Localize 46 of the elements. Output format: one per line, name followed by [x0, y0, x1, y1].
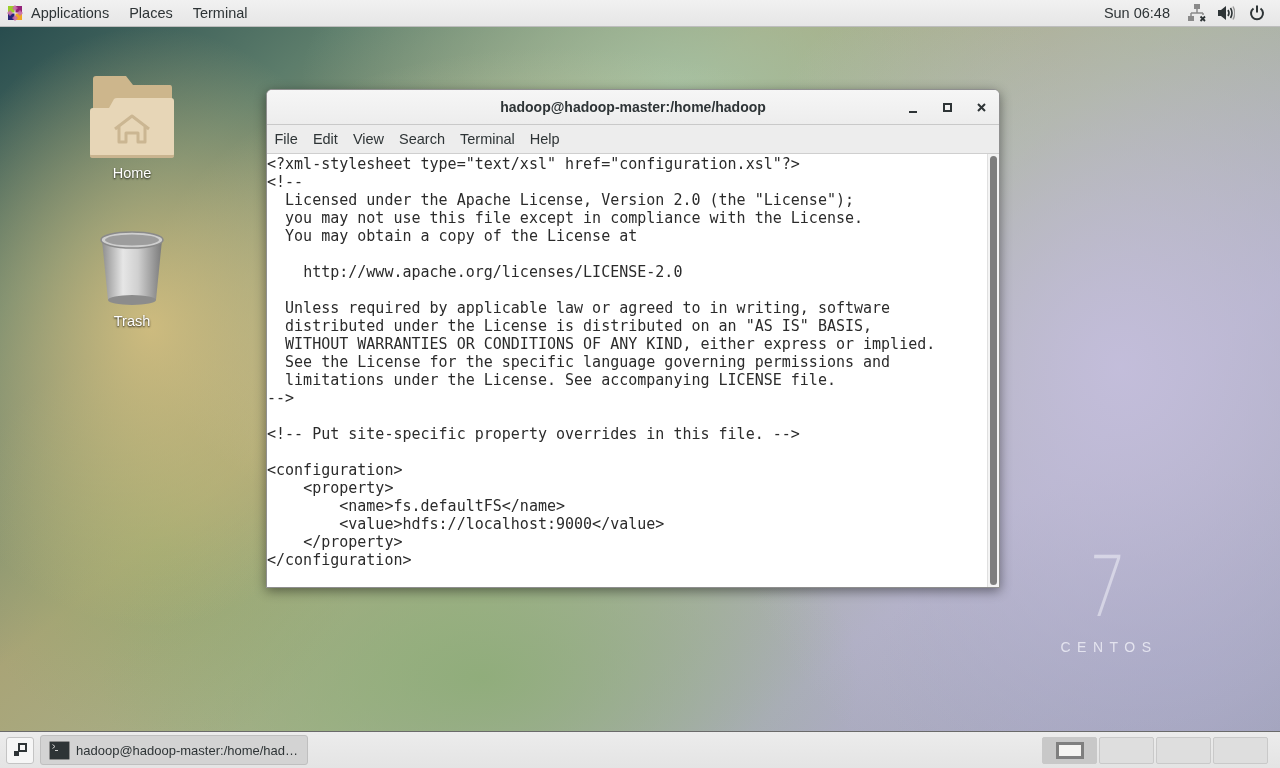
terminal-line: </property> — [303, 533, 403, 551]
network-icon[interactable] — [1188, 4, 1206, 22]
terminal-line: <!-- Put site-specific property overrides in this file. --> — [267, 425, 800, 443]
squares-icon — [13, 743, 27, 757]
terminal-line: limitations under the License. See accompanying LICENSE file. — [285, 371, 836, 389]
window-thumbnail-icon — [1055, 741, 1084, 759]
menu-item[interactable]: File — [267, 125, 306, 153]
terminal-line: Licensed under the Apache License, Version 2.0 (the "License"); — [285, 191, 854, 209]
terminal-line: <!-- — [267, 173, 304, 191]
terminal-line: http://www.apache.org/licenses/LICENSE-2.0 — [303, 263, 683, 281]
terminal-line: <value>hdfs://localhost:9000</value> — [339, 515, 665, 533]
close-icon — [976, 102, 986, 112]
terminal-icon — [49, 740, 70, 760]
terminal-line: WITHOUT WARRANTIES OR CONDITIONS OF ANY KIND, either express or implied. — [285, 335, 936, 353]
top-bar-menu[interactable]: Places — [119, 0, 183, 26]
workspace-button[interactable] — [1042, 736, 1097, 764]
show-desktop-button[interactable] — [6, 736, 34, 764]
menu-item[interactable]: Search — [391, 125, 453, 153]
terminal-line: <configuration> — [267, 461, 403, 479]
window-title: hadoop@hadoop-master:/home/hadoop — [500, 99, 766, 115]
terminal-line: <name>fs.defaultFS</name> — [339, 497, 566, 515]
terminal-line: </configuration> — [267, 551, 412, 569]
menu-item[interactable]: Terminal — [452, 125, 523, 153]
terminal-line: <property> — [303, 479, 394, 497]
menu-item[interactable]: Edit — [305, 125, 346, 153]
clock[interactable]: Sun 06:48 — [1093, 0, 1188, 26]
top-bar-menu[interactable]: Terminal — [182, 0, 258, 26]
terminal-line: --> — [267, 389, 295, 407]
terminal-line: you may not use this file except in compliance with the License. — [285, 209, 864, 227]
terminal-line: Unless required by applicable law or agreed to in writing, software — [285, 299, 891, 317]
folder-icon[interactable] — [90, 76, 174, 158]
terminal-line: <?xml-stylesheet type="text/xsl" href="configuration.xsl"?> — [267, 155, 800, 173]
volume-icon[interactable] — [1218, 5, 1235, 21]
taskbar-window-button[interactable]: hadoop@hadoop-master:/home/had… — [40, 735, 309, 765]
terminal-line: See the License for the specific language governing permissions and — [285, 353, 891, 371]
menu-item[interactable]: View — [345, 125, 392, 153]
terminal-line: You may obtain a copy of the License at — [285, 227, 638, 245]
power-icon[interactable] — [1249, 5, 1265, 21]
scrollbar-thumb[interactable] — [990, 156, 997, 585]
terminal-line: distributed under the License is distributed on an "AS IS" BASIS, — [285, 317, 873, 335]
maximize-icon — [942, 102, 952, 112]
applications-menu[interactable]: Applications — [0, 0, 120, 26]
minimize-icon — [909, 111, 917, 113]
menu-item[interactable]: Help — [522, 125, 568, 153]
trash-bin-icon[interactable] — [99, 230, 165, 306]
pinwheel-logo-icon — [7, 5, 23, 21]
